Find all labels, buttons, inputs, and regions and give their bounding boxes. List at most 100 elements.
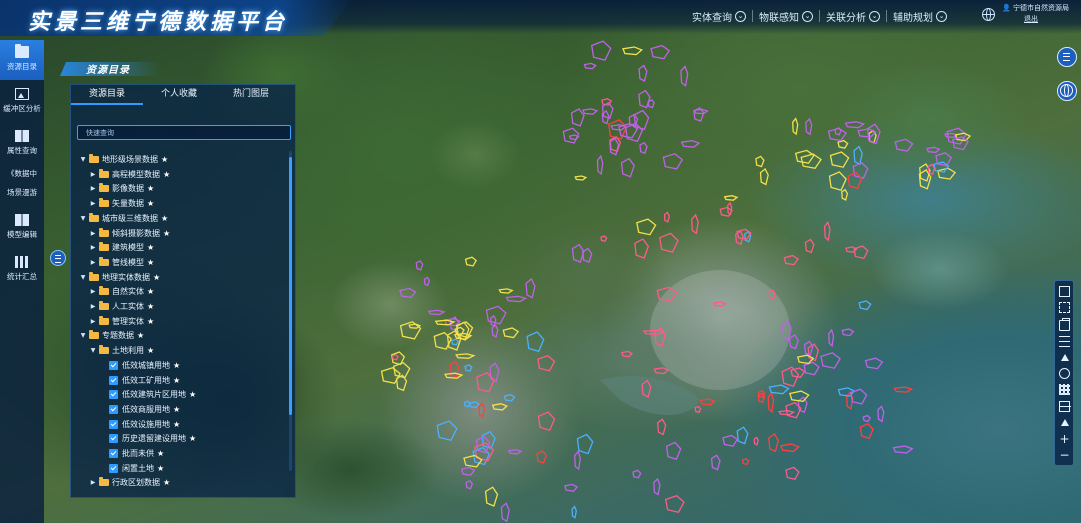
tree-checkbox-item[interactable]: 批而未供 ★ [99, 447, 164, 460]
terrain-icon[interactable] [1059, 417, 1070, 428]
land-parcel[interactable] [657, 418, 667, 436]
land-parcel[interactable] [451, 338, 460, 346]
land-parcel[interactable] [476, 372, 495, 393]
land-parcel[interactable] [927, 163, 936, 176]
tab-favorites[interactable]: 个人收藏 [143, 85, 215, 105]
layers-icon[interactable] [1059, 336, 1070, 347]
land-parcel[interactable] [722, 434, 739, 447]
land-parcel[interactable] [484, 486, 499, 507]
land-parcel[interactable] [574, 450, 581, 471]
tree-folder-item[interactable]: ▼ 地理实体数据 ★ [79, 271, 160, 284]
land-parcel[interactable] [498, 288, 514, 294]
checkbox[interactable] [109, 375, 118, 385]
land-parcel[interactable] [590, 40, 612, 61]
sidebar-item-buffer-analysis[interactable]: 缓冲区分析 [0, 82, 44, 122]
land-parcel[interactable] [767, 391, 775, 414]
caret-right-icon[interactable]: ▶ [89, 200, 97, 207]
tree-checkbox-item[interactable]: 低效商服用地 ★ [99, 403, 180, 416]
land-parcel[interactable] [490, 314, 497, 327]
land-parcel[interactable] [680, 140, 701, 148]
search-input[interactable]: 快速查询 [77, 125, 291, 140]
caret-right-icon[interactable]: ▶ [89, 244, 97, 251]
land-parcel[interactable] [399, 287, 417, 299]
caret-right-icon[interactable]: ▶ [89, 259, 97, 266]
land-parcel[interactable] [571, 505, 577, 519]
checkbox[interactable] [109, 463, 118, 473]
land-parcel[interactable] [653, 367, 670, 375]
tree-folder-item[interactable]: ▼ 专题数据 ★ [79, 329, 144, 342]
tree-checkbox-item[interactable]: 闲置土地 ★ [99, 462, 164, 475]
caret-right-icon[interactable]: ▶ [89, 185, 97, 192]
tree-folder-item[interactable]: ▶ 管线模型 ★ [89, 256, 154, 269]
land-parcel[interactable] [502, 327, 520, 339]
land-parcel[interactable] [664, 494, 685, 513]
land-parcel[interactable] [464, 364, 473, 372]
land-parcel[interactable] [574, 175, 588, 181]
land-parcel[interactable] [803, 361, 820, 376]
land-parcel[interactable] [634, 238, 650, 259]
land-parcel[interactable] [537, 354, 556, 372]
land-parcel[interactable] [937, 167, 957, 180]
sidebar-item-scene-roaming[interactable]: 《数据中 场景漫游 [0, 164, 44, 204]
tree-folder-item[interactable]: ▶ 管理实体 ★ [89, 315, 154, 328]
land-parcel[interactable] [600, 235, 608, 242]
globe-icon[interactable] [1059, 368, 1070, 379]
land-parcel[interactable] [862, 414, 871, 423]
zoom-out-icon[interactable]: − [1059, 449, 1070, 461]
land-parcel[interactable] [526, 331, 545, 353]
favorite-star-icon[interactable]: ★ [147, 346, 154, 355]
nav-iot-sensing[interactable]: 物联感知 ⌄ [753, 8, 819, 24]
land-parcel[interactable] [464, 256, 478, 267]
land-parcel[interactable] [768, 433, 779, 453]
zoom-in-icon[interactable]: + [1059, 433, 1070, 445]
land-parcel[interactable] [408, 323, 422, 329]
land-parcel[interactable] [859, 423, 874, 440]
land-parcel[interactable] [415, 260, 424, 271]
land-parcel[interactable] [463, 400, 471, 408]
land-parcel[interactable] [639, 141, 648, 155]
land-parcel[interactable] [844, 121, 866, 129]
land-parcel[interactable] [507, 449, 523, 455]
favorite-star-icon[interactable]: ★ [147, 317, 154, 326]
tree-checkbox-item[interactable]: 低效建筑片区用地 ★ [99, 388, 196, 401]
land-parcel[interactable] [596, 154, 604, 176]
tree-checkbox-item[interactable]: 低效工矿用地 ★ [99, 374, 180, 387]
favorite-star-icon[interactable]: ★ [163, 478, 170, 487]
sidebar-item-attribute-query[interactable]: 属性查询 [0, 124, 44, 164]
land-parcel[interactable] [434, 319, 456, 326]
land-parcel[interactable] [680, 65, 689, 87]
tree-folder-item[interactable]: ▶ 倾斜摄影数据 ★ [89, 227, 170, 240]
checkbox[interactable] [109, 360, 118, 370]
favorite-star-icon[interactable]: ★ [163, 170, 170, 179]
land-parcel[interactable] [753, 436, 759, 446]
land-parcel[interactable] [852, 162, 869, 179]
tree-folder-item[interactable]: ▼ 城市级三维数据 ★ [79, 212, 168, 225]
land-parcel[interactable] [935, 151, 953, 167]
favorite-star-icon[interactable]: ★ [147, 287, 154, 296]
land-parcel[interactable] [665, 441, 682, 460]
caret-down-icon[interactable]: ▼ [79, 332, 87, 339]
land-parcel[interactable] [823, 221, 831, 242]
land-parcel[interactable] [576, 433, 594, 455]
land-parcel[interactable] [853, 245, 869, 260]
land-parcel[interactable] [571, 243, 585, 263]
favorite-star-icon[interactable]: ★ [161, 214, 168, 223]
land-parcel[interactable] [892, 445, 914, 454]
land-parcel[interactable] [638, 64, 648, 82]
sidebar-item-statistics[interactable]: 统计汇总 [0, 250, 44, 290]
checkbox[interactable] [109, 449, 118, 458]
land-parcel[interactable] [537, 411, 556, 431]
land-parcel[interactable] [828, 328, 835, 348]
land-parcel[interactable] [632, 469, 642, 479]
land-parcel[interactable] [694, 405, 702, 414]
tree-folder-item[interactable]: ▶ 行政区划数据 ★ [89, 476, 170, 489]
caret-down-icon[interactable]: ▼ [79, 215, 87, 222]
caret-down-icon[interactable]: ▼ [79, 156, 87, 163]
tree-folder-item[interactable]: ▶ 矢量数据 ★ [89, 197, 154, 210]
land-parcel[interactable] [944, 132, 959, 139]
land-parcel[interactable] [620, 157, 635, 178]
tree-folder-item[interactable]: ▼ 地形级场景数据 ★ [79, 153, 168, 166]
north-arrow-icon[interactable] [1059, 352, 1070, 363]
caret-right-icon[interactable]: ▶ [89, 479, 97, 486]
land-parcel[interactable] [804, 238, 815, 254]
